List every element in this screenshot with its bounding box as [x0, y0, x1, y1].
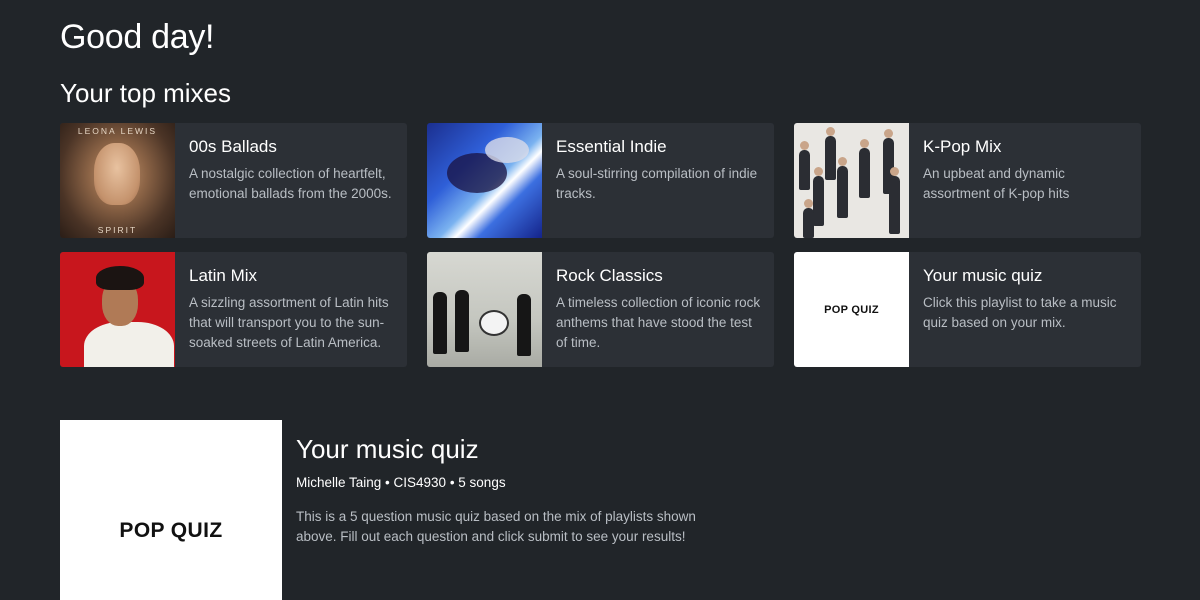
cover-figure-head: [814, 167, 823, 176]
cover-portrait: [94, 143, 140, 205]
cover-artist-text: LEONA LEWIS: [77, 126, 158, 136]
mix-description: A timeless collection of iconic rock ant…: [556, 295, 761, 350]
mix-card-body: Rock Classics A timeless collection of i…: [542, 252, 774, 367]
cover-figure: [837, 166, 848, 218]
cover-figure-head: [838, 157, 847, 166]
mix-cover-latin: [60, 252, 175, 367]
mix-card-music-quiz[interactable]: POP QUIZ Your music quiz Click this play…: [794, 252, 1141, 367]
cover-album-text: SPIRIT: [97, 225, 138, 235]
quiz-cover-image: POP QUIZ: [60, 420, 282, 600]
quiz-description: This is a 5 question music quiz based on…: [296, 509, 696, 544]
cover-figure-head: [884, 129, 893, 138]
page: Good day! Your top mixes LEONA LEWIS SPI…: [0, 0, 1200, 600]
cover-figure: [799, 150, 810, 190]
mix-card-body: 00s Ballads A nostalgic collection of he…: [175, 123, 407, 238]
cover-figure: [813, 176, 824, 226]
mix-card-latin[interactable]: Latin Mix A sizzling assortment of Latin…: [60, 252, 407, 367]
cover-figure: [889, 176, 900, 234]
mix-card-body: Latin Mix A sizzling assortment of Latin…: [175, 252, 407, 367]
cover-figure-head: [804, 199, 813, 208]
mix-cover-essential-indie: [427, 123, 542, 238]
cover-figure: [859, 148, 870, 198]
cover-figure: [455, 290, 469, 352]
cover-drum: [479, 310, 509, 336]
cover-figure: [803, 208, 814, 238]
mix-title: Rock Classics: [556, 266, 663, 285]
mix-cover-music-quiz: POP QUIZ: [794, 252, 909, 367]
mixes-grid: LEONA LEWIS SPIRIT 00s Ballads A nostalg…: [60, 123, 1141, 367]
mix-title: Your music quiz: [923, 266, 1043, 285]
mix-title: K-Pop Mix: [923, 137, 1002, 156]
cover-figure: [84, 322, 174, 367]
top-mixes-heading: Your top mixes: [60, 78, 232, 108]
mix-description: A nostalgic collection of heartfelt, emo…: [189, 166, 392, 201]
mix-description: An upbeat and dynamic assortment of K-po…: [923, 166, 1070, 201]
mix-description: A soul-stirring compilation of indie tra…: [556, 166, 758, 201]
mix-cover-kpop: [794, 123, 909, 238]
mix-description: A sizzling assortment of Latin hits that…: [189, 295, 389, 350]
cover-hair: [96, 266, 144, 290]
mix-card-essential-indie[interactable]: Essential Indie A soul-stirring compilat…: [427, 123, 774, 238]
cover-figure-head: [800, 141, 809, 150]
cover-figure: [517, 294, 531, 356]
cover-shape: [485, 137, 529, 163]
mix-card-00s-ballads[interactable]: LEONA LEWIS SPIRIT 00s Ballads A nostalg…: [60, 123, 407, 238]
mix-title: 00s Ballads: [189, 137, 277, 156]
mix-card-body: Your music quiz Click this playlist to t…: [909, 252, 1141, 367]
quiz-meta: Michelle Taing • CIS4930 • 5 songs: [296, 475, 506, 490]
quiz-title: Your music quiz: [296, 434, 479, 464]
greeting-heading: Good day!: [60, 18, 215, 56]
mix-title: Essential Indie: [556, 137, 667, 156]
mix-title: Latin Mix: [189, 266, 258, 285]
cover-figure: [433, 292, 447, 354]
mix-card-body: Essential Indie A soul-stirring compilat…: [542, 123, 774, 238]
cover-figure-head: [890, 167, 899, 176]
cover-figure: [825, 136, 836, 180]
mix-card-body: K-Pop Mix An upbeat and dynamic assortme…: [909, 123, 1141, 238]
mix-cover-00s-ballads: LEONA LEWIS SPIRIT: [60, 123, 175, 238]
mix-cover-rock-classics: [427, 252, 542, 367]
mix-card-rock-classics[interactable]: Rock Classics A timeless collection of i…: [427, 252, 774, 367]
cover-figure-head: [826, 127, 835, 136]
mix-card-kpop[interactable]: K-Pop Mix An upbeat and dynamic assortme…: [794, 123, 1141, 238]
cover-figure-head: [860, 139, 869, 148]
mix-description: Click this playlist to take a music quiz…: [923, 295, 1117, 330]
